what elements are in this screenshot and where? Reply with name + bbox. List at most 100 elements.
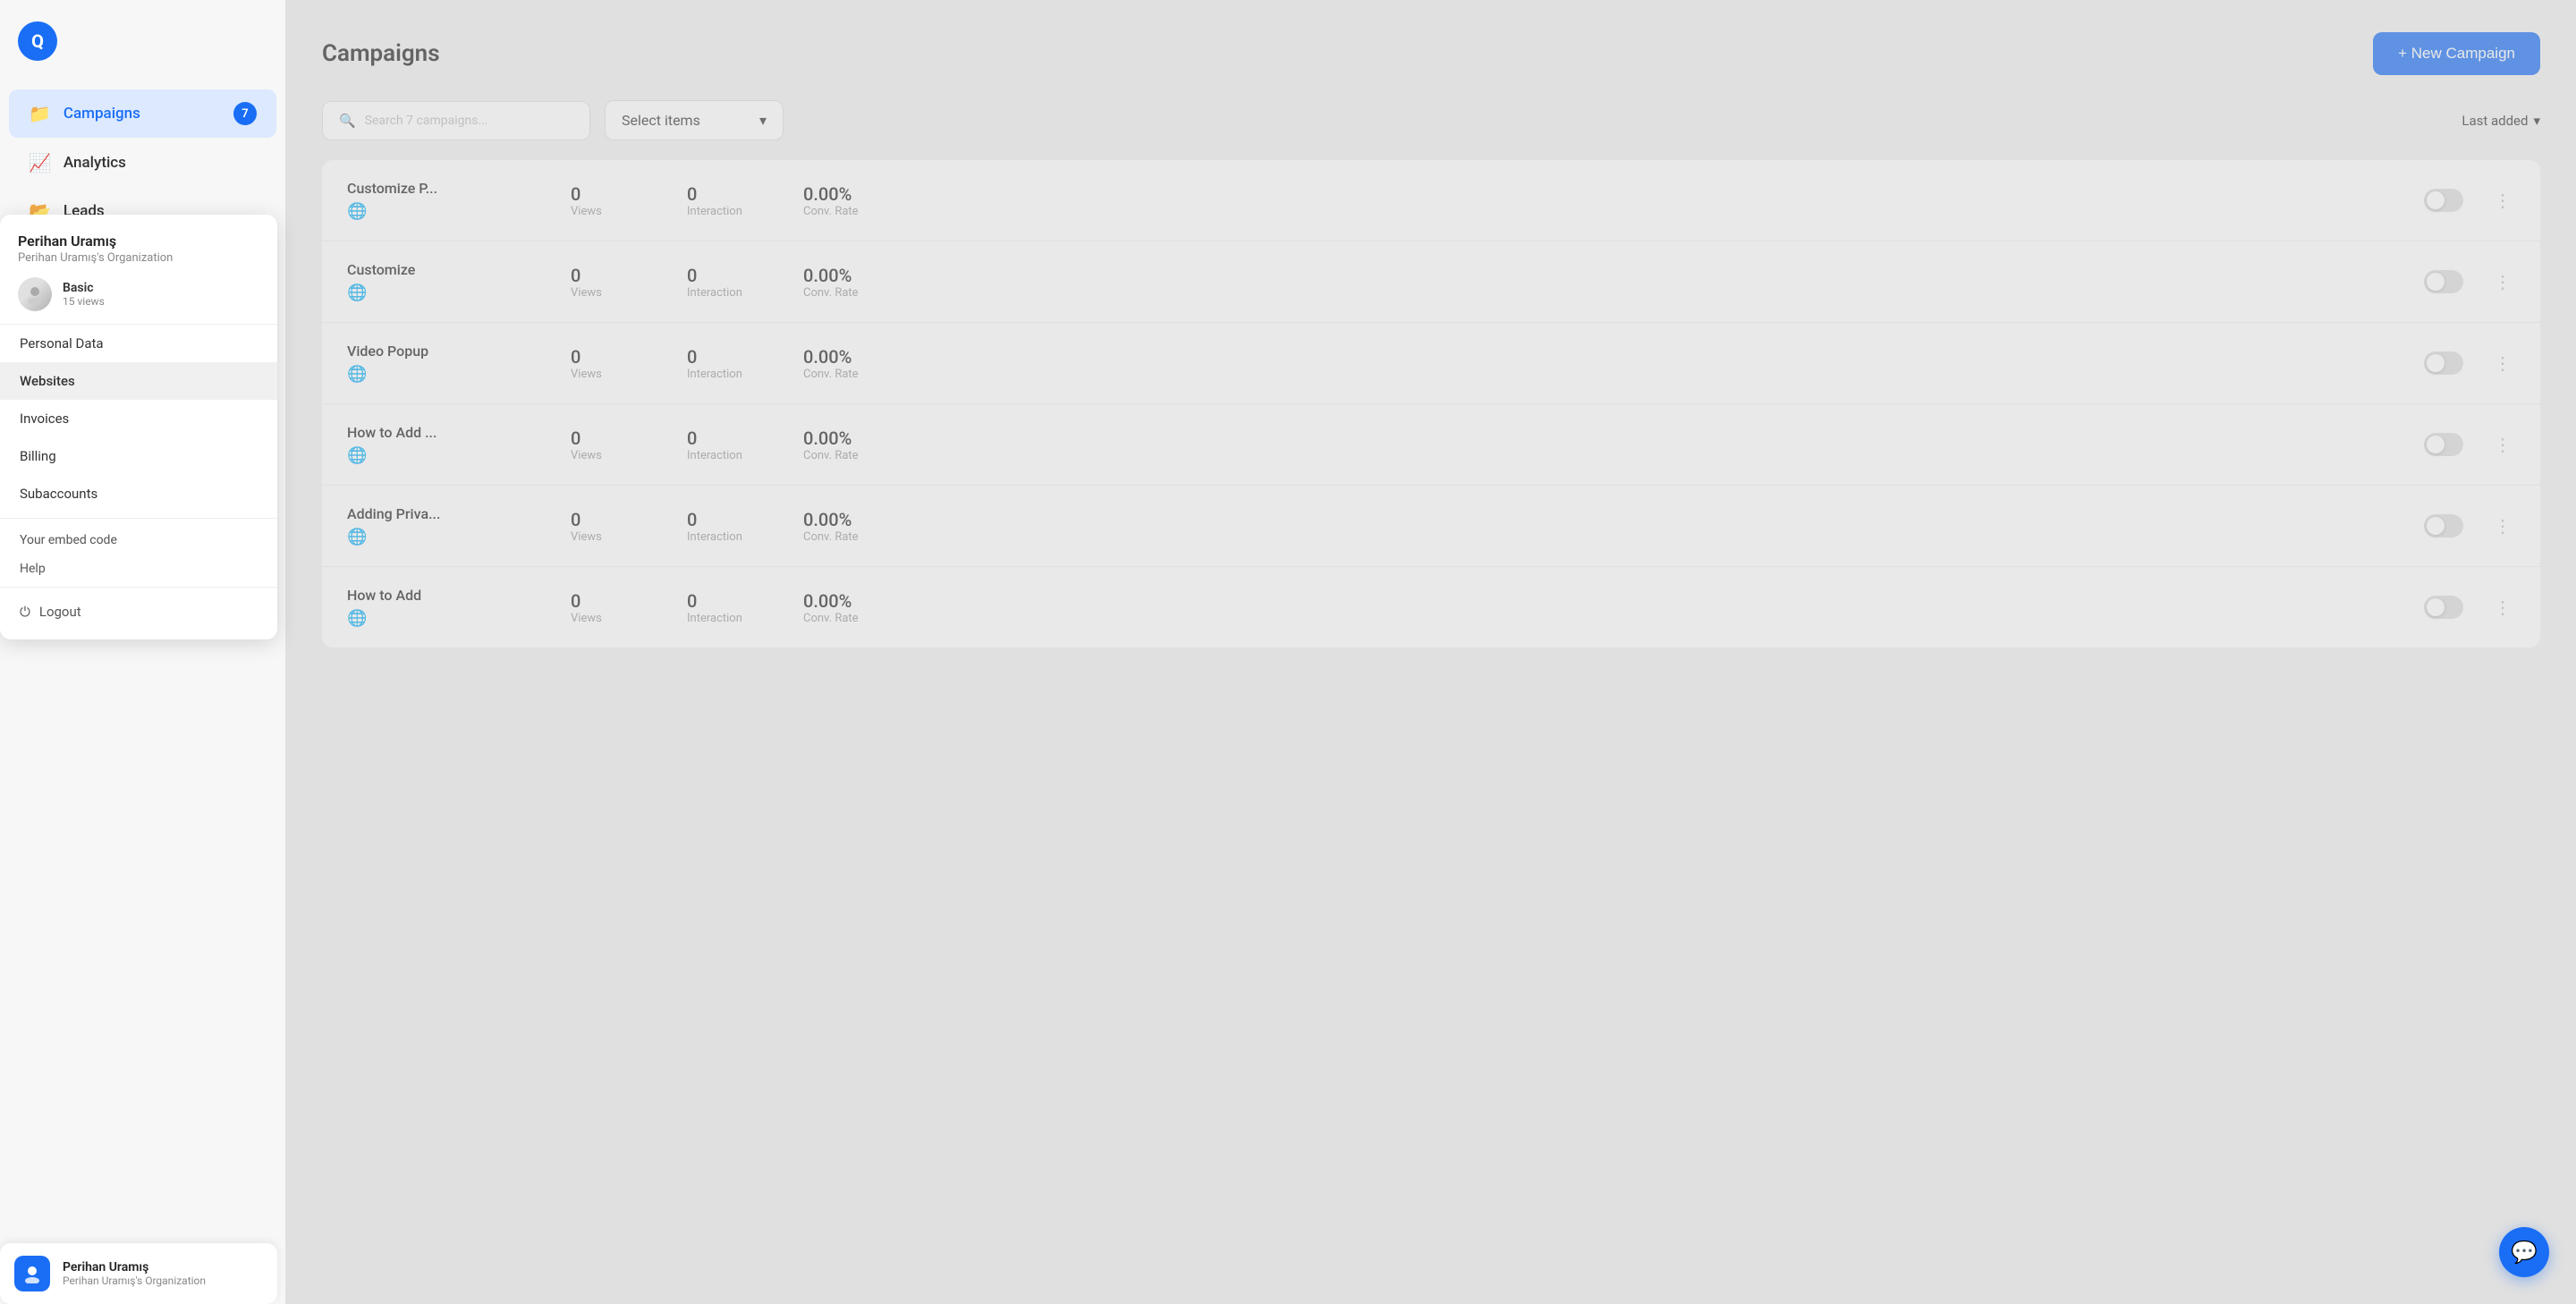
campaign-conv-rate: 0.00% Conv. Rate — [803, 346, 893, 381]
search-placeholder: Search 7 campaigns... — [365, 114, 488, 128]
campaign-views: 0 Views — [571, 590, 660, 625]
interaction-value: 0 — [687, 265, 697, 286]
campaign-name: How to Add — [347, 587, 544, 604]
views-label: Views — [571, 612, 602, 625]
campaign-more-button[interactable]: ⋮ — [2490, 186, 2515, 215]
campaign-toggle[interactable] — [2424, 433, 2463, 456]
views-label: Views — [571, 449, 602, 462]
user-bar[interactable]: Perihan Uramış Perihan Uramış's Organiza… — [0, 1243, 277, 1304]
interaction-value: 0 — [687, 509, 697, 530]
dropdown-user-name: Perihan Uramış — [18, 233, 259, 250]
globe-icon: 🌐 — [347, 528, 544, 546]
conv-rate-label: Conv. Rate — [803, 286, 859, 300]
globe-icon: 🌐 — [347, 202, 544, 221]
views-label: Views — [571, 530, 602, 544]
campaign-toggle[interactable] — [2424, 351, 2463, 375]
interaction-label: Interaction — [687, 368, 742, 381]
campaign-more-button[interactable]: ⋮ — [2490, 349, 2515, 377]
interaction-value: 0 — [687, 183, 697, 205]
campaign-conv-rate: 0.00% Conv. Rate — [803, 183, 893, 218]
views-label: Views — [571, 368, 602, 381]
campaign-card: How to Add ... 🌐 0 Views 0 Interaction 0… — [322, 404, 2540, 486]
dropdown-help[interactable]: Help — [0, 556, 277, 581]
conv-rate-value: 0.00% — [803, 509, 852, 530]
campaign-views: 0 Views — [571, 183, 660, 218]
campaign-card: How to Add 🌐 0 Views 0 Interaction 0.00%… — [322, 567, 2540, 648]
interaction-label: Interaction — [687, 449, 742, 462]
dropdown-billing[interactable]: Billing — [0, 437, 277, 475]
interaction-value: 0 — [687, 346, 697, 368]
campaign-name-col: How to Add ... 🌐 — [347, 424, 544, 465]
campaign-more-button[interactable]: ⋮ — [2490, 593, 2515, 622]
dropdown-invoices[interactable]: Invoices — [0, 400, 277, 437]
page-title: Campaigns — [322, 40, 440, 67]
views-value: 0 — [571, 183, 580, 205]
sidebar: Q 📁 Campaigns 7 📈 Analytics 📂 Leads Peri… — [0, 0, 286, 1304]
nav-icon-campaigns: 📁 — [29, 103, 51, 124]
dropdown-divider-2 — [0, 587, 277, 588]
select-items-dropdown[interactable]: Select items ▾ — [605, 100, 784, 140]
dropdown-personal-data[interactable]: Personal Data — [0, 325, 277, 362]
conv-rate-value: 0.00% — [803, 590, 852, 612]
main-header: Campaigns + New Campaign — [322, 32, 2540, 75]
campaign-interaction: 0 Interaction — [687, 183, 776, 218]
campaign-name: Customize P... — [347, 180, 544, 197]
conv-rate-value: 0.00% — [803, 183, 852, 205]
main-content: Campaigns + New Campaign 🔍 Search 7 camp… — [286, 0, 2576, 1304]
sidebar-item-analytics[interactable]: 📈 Analytics — [9, 140, 276, 186]
chevron-down-icon: ▾ — [759, 112, 767, 129]
dropdown-embed[interactable]: Your embed code — [0, 524, 277, 556]
new-campaign-button[interactable]: + New Campaign — [2373, 32, 2540, 75]
views-label: Views — [571, 286, 602, 300]
views-value: 0 — [571, 590, 580, 612]
user-bar-avatar — [14, 1256, 50, 1291]
filters-row: 🔍 Search 7 campaigns... Select items ▾ L… — [322, 100, 2540, 140]
campaign-more-button[interactable]: ⋮ — [2490, 267, 2515, 296]
dropdown-user-org: Perihan Uramış's Organization — [18, 251, 259, 265]
conv-rate-label: Conv. Rate — [803, 530, 859, 544]
campaign-interaction: 0 Interaction — [687, 428, 776, 462]
campaign-views: 0 Views — [571, 509, 660, 544]
campaign-conv-rate: 0.00% Conv. Rate — [803, 509, 893, 544]
views-value: 0 — [571, 509, 580, 530]
campaign-card: Video Popup 🌐 0 Views 0 Interaction 0.00… — [322, 323, 2540, 404]
campaign-views: 0 Views — [571, 346, 660, 381]
badge-campaigns: 7 — [233, 102, 257, 125]
conv-rate-value: 0.00% — [803, 346, 852, 368]
dropdown-subaccounts[interactable]: Subaccounts — [0, 475, 277, 512]
search-box[interactable]: 🔍 Search 7 campaigns... — [322, 101, 590, 140]
plan-info: Basic 15 views — [63, 281, 105, 308]
campaign-views: 0 Views — [571, 265, 660, 300]
app-logo: Q — [18, 21, 57, 61]
campaign-toggle[interactable] — [2424, 270, 2463, 293]
campaign-conv-rate: 0.00% Conv. Rate — [803, 265, 893, 300]
user-bar-name: Perihan Uramış — [63, 1260, 206, 1274]
campaign-name: Customize — [347, 261, 544, 278]
sidebar-item-campaigns[interactable]: 📁 Campaigns 7 — [9, 89, 276, 138]
campaign-list: Customize P... 🌐 0 Views 0 Interaction 0… — [322, 160, 2540, 648]
campaign-toggle[interactable] — [2424, 189, 2463, 212]
conv-rate-label: Conv. Rate — [803, 205, 859, 218]
campaign-conv-rate: 0.00% Conv. Rate — [803, 590, 893, 625]
conv-rate-value: 0.00% — [803, 265, 852, 286]
plan-row: Basic 15 views — [18, 277, 259, 311]
user-bar-info: Perihan Uramış Perihan Uramış's Organiza… — [63, 1260, 206, 1287]
campaign-more-button[interactable]: ⋮ — [2490, 512, 2515, 540]
campaign-name-col: Adding Priva... 🌐 — [347, 505, 544, 546]
dropdown-websites[interactable]: Websites — [0, 362, 277, 400]
campaign-toggle[interactable] — [2424, 514, 2463, 538]
campaign-views: 0 Views — [571, 428, 660, 462]
nav-label-campaigns: Campaigns — [64, 105, 140, 123]
campaign-name: How to Add ... — [347, 424, 544, 441]
plan-avatar — [18, 277, 52, 311]
logout-button[interactable]: ⏻ Logout — [0, 593, 277, 631]
campaign-more-button[interactable]: ⋮ — [2490, 430, 2515, 459]
nav-icon-analytics: 📈 — [29, 152, 51, 174]
sort-button[interactable]: Last added ▾ — [2462, 113, 2540, 129]
dropdown-divider-1 — [0, 518, 277, 519]
interaction-value: 0 — [687, 590, 697, 612]
campaign-name: Adding Priva... — [347, 505, 544, 522]
search-icon: 🔍 — [339, 113, 356, 129]
chat-bubble[interactable]: 💬 — [2499, 1227, 2549, 1277]
campaign-toggle[interactable] — [2424, 596, 2463, 619]
